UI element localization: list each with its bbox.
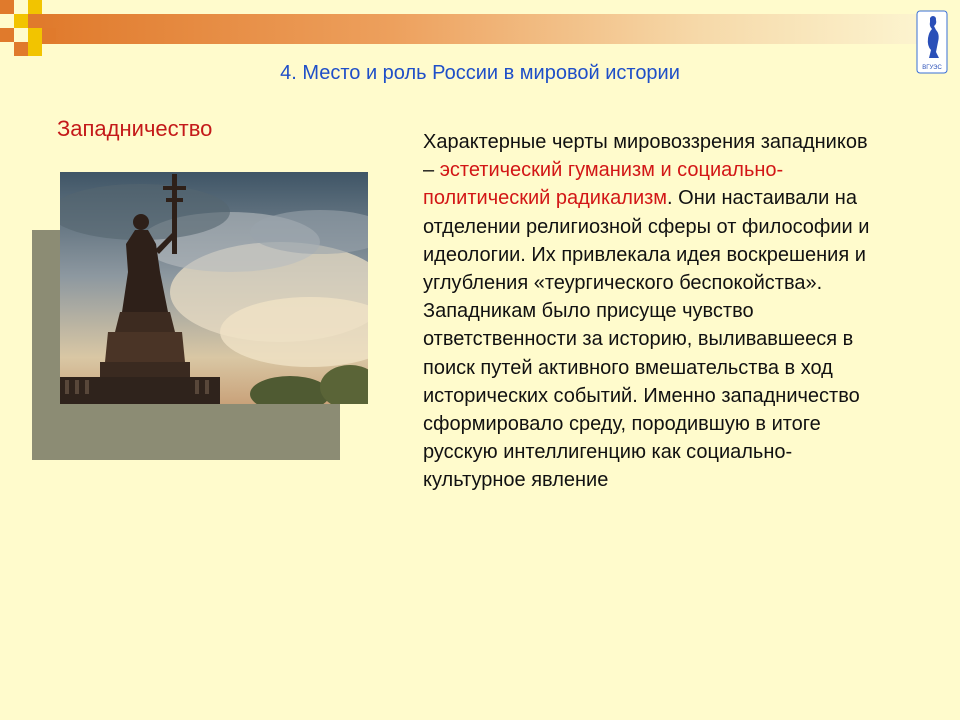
body-text: Характерные черты мировоззрения западник… xyxy=(423,128,883,495)
page-title: 4. Место и роль России в мировой истории xyxy=(280,62,680,84)
section-heading: Западничество xyxy=(57,116,213,141)
header-bar xyxy=(40,14,920,44)
body-text-end: . Они настаивали на отделении религиозно… xyxy=(423,187,870,492)
statue-photo xyxy=(60,172,368,404)
